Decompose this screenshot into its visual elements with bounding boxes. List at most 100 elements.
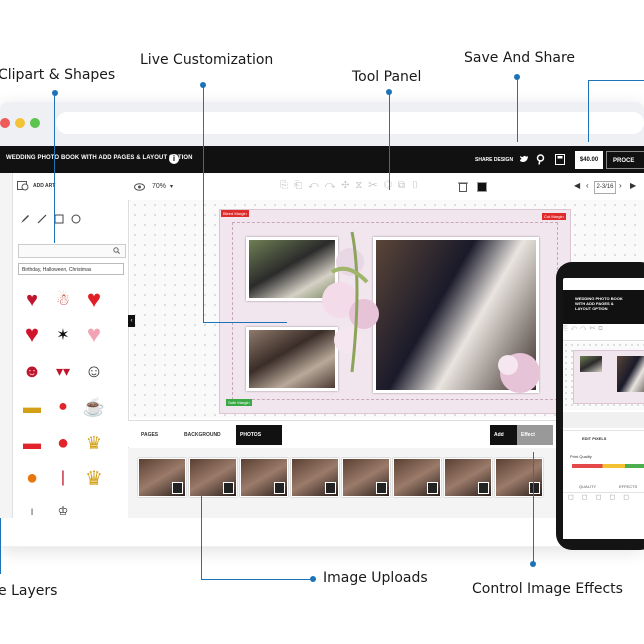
product-title: WEDDING PHOTO BOOK WITH ADD PAGES & LAYO… bbox=[6, 155, 193, 161]
trash-icon[interactable] bbox=[376, 482, 387, 494]
tab-photos[interactable]: PHOTOS bbox=[236, 425, 282, 445]
pen-tool-icon[interactable] bbox=[20, 214, 30, 224]
callout-line-image-uploads bbox=[201, 491, 202, 579]
proceed-button[interactable]: PROCE bbox=[606, 151, 644, 169]
bleed-margin-label: Bleed Margin bbox=[221, 210, 249, 217]
photo-thumbnail[interactable] bbox=[291, 458, 339, 497]
tab-pages[interactable]: PAGES bbox=[137, 425, 162, 445]
photo-thumbnail[interactable] bbox=[342, 458, 390, 497]
clipart-balloon[interactable]: ● bbox=[48, 392, 78, 422]
mobile-toolbar: ⎘↶↷✂⧉ bbox=[563, 326, 644, 341]
clipart-heart-lace[interactable]: ♥ bbox=[17, 320, 47, 350]
line-tool-icon[interactable] bbox=[37, 214, 47, 224]
close-dot[interactable] bbox=[0, 118, 10, 128]
clipart-party-item[interactable]: ı bbox=[17, 496, 47, 526]
mobile-quality-tab[interactable]: QUALITY bbox=[579, 484, 596, 489]
clipart-vampire-lips[interactable]: ▾▾ bbox=[48, 356, 78, 386]
pinterest-icon[interactable] bbox=[536, 154, 545, 165]
next-page-icon[interactable]: ▶ bbox=[630, 181, 636, 190]
page-indicator: 2-3/16 bbox=[594, 181, 616, 194]
layers-strip[interactable] bbox=[0, 173, 13, 518]
clipart-candle[interactable]: | bbox=[48, 463, 78, 493]
photo-thumbnail[interactable] bbox=[138, 458, 186, 497]
mobile-effects-tab[interactable]: EFFECTS bbox=[619, 484, 637, 489]
trash-icon[interactable] bbox=[223, 482, 234, 494]
rectangle-tool-icon[interactable] bbox=[54, 214, 64, 224]
clipart-santa[interactable]: ☃ bbox=[48, 285, 78, 315]
mobile-header: WEDDING PHOTO BOOK WITH ADD PAGES & LAYO… bbox=[563, 290, 644, 324]
corner-flower bbox=[498, 353, 540, 393]
effect-button[interactable]: Effect bbox=[517, 425, 553, 445]
flower-bouquet[interactable] bbox=[312, 222, 392, 382]
prev-page-icon[interactable]: ◀ bbox=[574, 181, 580, 190]
address-bar[interactable] bbox=[56, 112, 644, 134]
zoom-dropdown-icon[interactable]: ▾ bbox=[170, 183, 173, 190]
clipart-pumpkin[interactable]: ● bbox=[17, 463, 47, 493]
clipart-search-input[interactable] bbox=[18, 244, 126, 258]
circle-tool-icon[interactable] bbox=[71, 214, 81, 224]
callout-dot-control-effects bbox=[530, 561, 536, 567]
clipart-heart-pink[interactable]: ♥ bbox=[79, 320, 109, 350]
photo-thumbnail[interactable] bbox=[393, 458, 441, 497]
clipart-cake-yellow[interactable]: ▬ bbox=[17, 392, 47, 422]
clipart-cat-mask[interactable]: ☺ bbox=[79, 356, 109, 386]
clipart-heart-scribble[interactable]: ♥ bbox=[17, 285, 47, 315]
clipart-tiara[interactable]: ♔ bbox=[48, 496, 78, 526]
clipart-crown[interactable]: ♛ bbox=[79, 463, 109, 493]
callout-dot-clipart bbox=[52, 90, 58, 96]
mobile-bottom-nav: ◻◻◻◻◻ bbox=[563, 492, 644, 512]
clipart-cake-candles[interactable]: ♛ bbox=[79, 428, 109, 458]
art-icon bbox=[17, 181, 29, 191]
zoom-level[interactable]: 70% bbox=[152, 183, 166, 190]
callout-line-save-share-b bbox=[588, 80, 589, 142]
clipart-cake-red[interactable]: ▬ bbox=[17, 428, 47, 458]
clipart-clown-mask[interactable]: ☻ bbox=[17, 356, 47, 386]
mobile-photo-main[interactable] bbox=[617, 356, 644, 392]
cut-margin-label: Cut Margin bbox=[542, 213, 566, 220]
callout-line-layers bbox=[0, 518, 1, 574]
callout-line-control-effects bbox=[533, 452, 534, 562]
eye-icon[interactable] bbox=[134, 183, 145, 191]
mobile-thumb-row bbox=[563, 412, 644, 428]
callout-line-clipart bbox=[54, 93, 55, 243]
callout-tool-panel: Tool Panel bbox=[352, 69, 422, 85]
callout-layers: e Layers bbox=[0, 583, 58, 599]
safe-margin-label: Safe Margin bbox=[226, 399, 252, 406]
mobile-photo[interactable] bbox=[580, 356, 602, 372]
trash-icon[interactable] bbox=[274, 482, 285, 494]
photo-thumbnail[interactable] bbox=[240, 458, 288, 497]
trash-icon[interactable] bbox=[172, 482, 183, 494]
tab-background[interactable]: BACKGROUND bbox=[180, 425, 225, 445]
trash-icon[interactable] bbox=[427, 482, 438, 494]
trash-icon[interactable] bbox=[478, 482, 489, 494]
collapse-panel-handle[interactable]: ‹ bbox=[128, 315, 135, 327]
save-icon[interactable] bbox=[555, 154, 565, 165]
photo-thumbnail[interactable] bbox=[444, 458, 492, 497]
trash-icon[interactable] bbox=[529, 482, 540, 494]
category-select[interactable]: Birthday, Halloween, Christmas bbox=[18, 263, 124, 275]
quality-bar bbox=[572, 464, 644, 468]
photo-thumbnail[interactable] bbox=[189, 458, 237, 497]
info-icon[interactable]: i bbox=[169, 154, 179, 164]
photo-thumbnail[interactable] bbox=[495, 458, 543, 497]
callout-line-live bbox=[203, 85, 204, 322]
minimize-dot[interactable] bbox=[15, 118, 25, 128]
search-icon[interactable] bbox=[113, 247, 120, 254]
clipart-bats[interactable]: ✶ bbox=[48, 320, 78, 350]
clipart-coffee-cup[interactable]: ☕ bbox=[79, 392, 109, 422]
tool-icons-group: ⎘⎗↶↷✣⧖✂⌬⧉▯ bbox=[280, 180, 425, 191]
maximize-dot[interactable] bbox=[30, 118, 40, 128]
color-swatch[interactable] bbox=[477, 182, 487, 192]
callout-dot-image-uploads bbox=[310, 576, 316, 582]
delete-icon[interactable] bbox=[458, 181, 468, 192]
callout-hline-image-uploads bbox=[201, 579, 313, 580]
clipart-heart-red[interactable]: ♥ bbox=[79, 285, 109, 315]
add-photo-button[interactable]: Add bbox=[490, 425, 520, 445]
clipart-balloon-red[interactable]: ● bbox=[48, 428, 78, 458]
callout-line-tool-panel bbox=[389, 92, 390, 190]
trash-icon[interactable] bbox=[325, 482, 336, 494]
step-forward-icon[interactable]: › bbox=[619, 181, 622, 190]
share-design-label: SHARE DESIGN bbox=[475, 157, 514, 163]
twitter-icon[interactable] bbox=[519, 155, 529, 164]
step-back-icon[interactable]: ‹ bbox=[586, 181, 589, 190]
